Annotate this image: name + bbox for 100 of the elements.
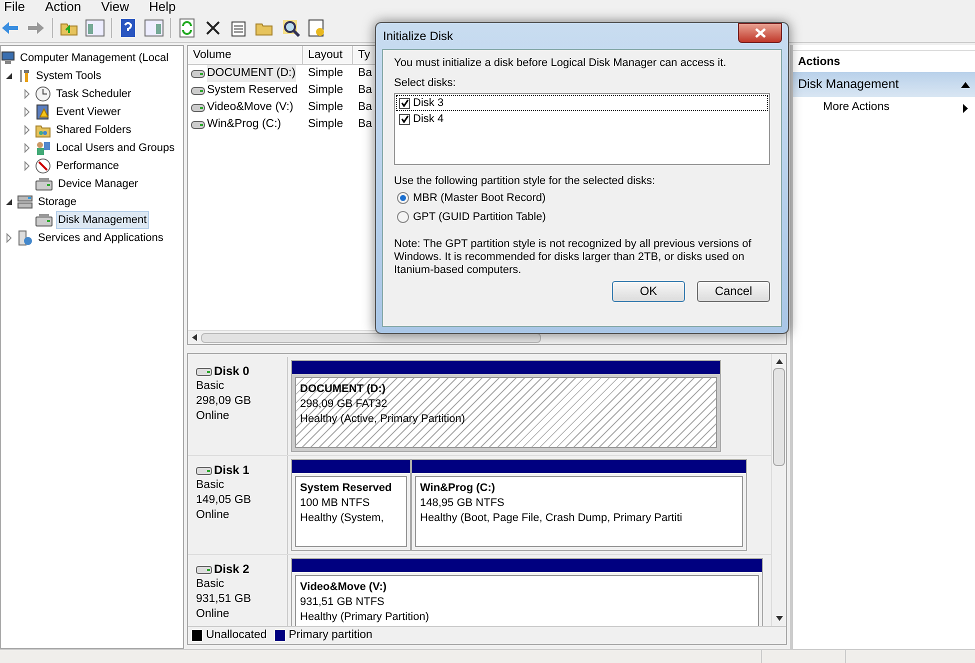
tree-item[interactable]: System Tools — [34, 66, 104, 86]
actions-section[interactable]: Disk Management — [793, 72, 975, 97]
disk-option-label: Disk 3 — [413, 96, 444, 110]
expand-icon[interactable] — [22, 107, 32, 117]
help-icon[interactable] — [118, 18, 138, 38]
disk-size: 931,51 GB — [196, 592, 252, 607]
partition-name: DOCUMENT (D:) — [300, 382, 387, 397]
partition-size: 100 MB NTFS — [300, 496, 371, 511]
table-cell-text: Video&Move (V:) — [207, 100, 294, 115]
menu-item[interactable]: Help — [149, 0, 176, 13]
expand-icon[interactable] — [22, 89, 32, 99]
table-cell: DOCUMENT (D:) — [207, 64, 296, 82]
table-cell-text: Ba — [358, 82, 372, 98]
legend-label: Unallocated — [206, 628, 267, 643]
submenu-arrow-icon — [963, 104, 968, 112]
collapse-icon[interactable] — [4, 197, 14, 207]
partition-name: Video&Move (V:) — [300, 580, 388, 595]
disk-type: Basic — [196, 379, 226, 394]
menu-item[interactable]: File — [4, 0, 25, 13]
radio-button[interactable] — [397, 192, 409, 204]
dialog-button[interactable]: OK — [612, 281, 685, 302]
partition-status: Healthy (Primary Partition) — [300, 610, 430, 625]
dialog-button[interactable]: Cancel — [697, 281, 770, 302]
column-header[interactable]: Volume — [188, 46, 303, 64]
checkbox[interactable] — [399, 114, 410, 124]
tree-item[interactable]: Shared Folders — [54, 120, 134, 140]
expand-icon[interactable] — [4, 233, 14, 243]
table-cell-text: Simple — [308, 100, 344, 115]
expand-icon[interactable] — [22, 125, 32, 135]
action-pane-icon[interactable] — [144, 18, 164, 38]
partition-size: 931,51 GB NTFS — [300, 595, 386, 610]
tree-item[interactable]: Computer Management (Local — [18, 48, 171, 68]
partition-status: Healthy (Boot, Page File, Crash Dump, Primary Partiti — [420, 511, 684, 526]
scroll-down-icon — [776, 616, 782, 621]
disk-option-label: Disk 4 — [413, 112, 444, 126]
partition-block[interactable]: Win&Prog (C:) 148,95 GB NTFS Healthy (Boot, Page File, Crash Dump, Primary Partiti — [411, 459, 747, 551]
table-cell-text: Simple — [308, 82, 344, 98]
radio-label: GPT (GUID Partition Table) — [413, 210, 546, 224]
column-header[interactable]: Layout — [303, 46, 353, 64]
disk-size: 298,09 GB — [196, 394, 252, 409]
partition-block[interactable]: Video&Move (V:) 931,51 GB NTFS Healthy (Primary Partition) — [291, 558, 763, 626]
scroll-up-icon — [776, 359, 782, 364]
tree-item[interactable]: Storage — [36, 192, 79, 212]
disk-status: Online — [196, 607, 230, 622]
partition-block[interactable]: DOCUMENT (D:) 298,09 GB FAT32 Healthy (Active, Primary Partition) — [291, 360, 721, 452]
device-icon — [35, 213, 53, 227]
partition-size: 298,09 GB FAT32 — [300, 397, 388, 412]
radio-label: MBR (Master Boot Record) — [413, 192, 546, 204]
disk-status: Online — [196, 508, 230, 523]
table-cell-text: Win&Prog (C:) — [207, 116, 282, 132]
table-cell-text: System Reserved — [207, 82, 298, 98]
partition-status: Healthy (System, — [300, 511, 385, 526]
partition-style-label: Use the following partition style for the selected disks: — [394, 175, 656, 188]
scroll-left-icon — [192, 334, 197, 341]
tree-item[interactable]: Local Users and Groups — [54, 138, 177, 158]
partition-name: Win&Prog (C:) — [420, 481, 496, 496]
tree-item[interactable]: Event Viewer — [54, 102, 123, 122]
partition-block[interactable]: System Reserved 100 MB NTFS Healthy (System, — [291, 459, 411, 551]
radio-button[interactable] — [397, 211, 409, 223]
tree-pane-icon[interactable] — [85, 18, 105, 38]
checkbox[interactable] — [399, 98, 410, 108]
table-cell-text: Simple — [308, 116, 344, 132]
disk-type: Basic — [196, 478, 226, 493]
disk-status: Online — [196, 409, 230, 424]
tree-item[interactable]: Disk Management — [56, 210, 149, 230]
table-cell-text: Simple — [308, 66, 344, 81]
menu-item[interactable]: View — [101, 0, 130, 13]
action-link[interactable]: More Actions — [793, 97, 975, 119]
collapse-icon — [961, 82, 970, 88]
disk-name: Disk 1 — [214, 463, 250, 478]
disk-type: Basic — [196, 577, 226, 592]
dialog-message: You must initialize a disk before Logical Disk Manager can access it. — [394, 57, 728, 70]
tree-item[interactable]: Services and Applications — [36, 228, 166, 248]
drive-icon — [191, 104, 205, 112]
select-disks-label: Select disks: — [394, 77, 457, 90]
close-button[interactable] — [738, 23, 782, 43]
close-icon — [754, 28, 766, 38]
disk-size: 149,05 GB — [196, 493, 252, 508]
storage-icon — [17, 195, 33, 209]
users-icon — [35, 140, 51, 156]
dialog-title: Initialize Disk — [382, 28, 454, 45]
vertical-scrollbar[interactable] — [771, 354, 786, 626]
search-icon[interactable] — [281, 18, 301, 38]
note-text: Note: The GPT partition style is not recognized by all previous versions of Windows. It is recommended for disks larger than 2TB, or disks used on Itanium-based computers. — [394, 238, 752, 277]
menu-item[interactable]: Action — [44, 0, 82, 13]
refresh-icon[interactable] — [177, 18, 197, 38]
drive-icon — [191, 86, 205, 94]
event-log-icon — [35, 104, 51, 120]
collapse-icon[interactable] — [4, 71, 14, 81]
disk-name: Disk 0 — [214, 364, 250, 379]
partition-name: System Reserved — [300, 481, 393, 496]
tree-item[interactable]: Task Scheduler — [54, 84, 134, 104]
clock-icon — [35, 86, 51, 102]
legend-label: Primary partition — [288, 628, 372, 643]
table-cell-text: Ba — [358, 116, 372, 132]
tree-item[interactable]: Performance — [54, 156, 121, 176]
partition-size: 148,95 GB NTFS — [420, 496, 506, 511]
tree-item[interactable]: Device Manager — [56, 174, 140, 194]
expand-icon[interactable] — [22, 161, 32, 171]
expand-icon[interactable] — [22, 143, 32, 153]
